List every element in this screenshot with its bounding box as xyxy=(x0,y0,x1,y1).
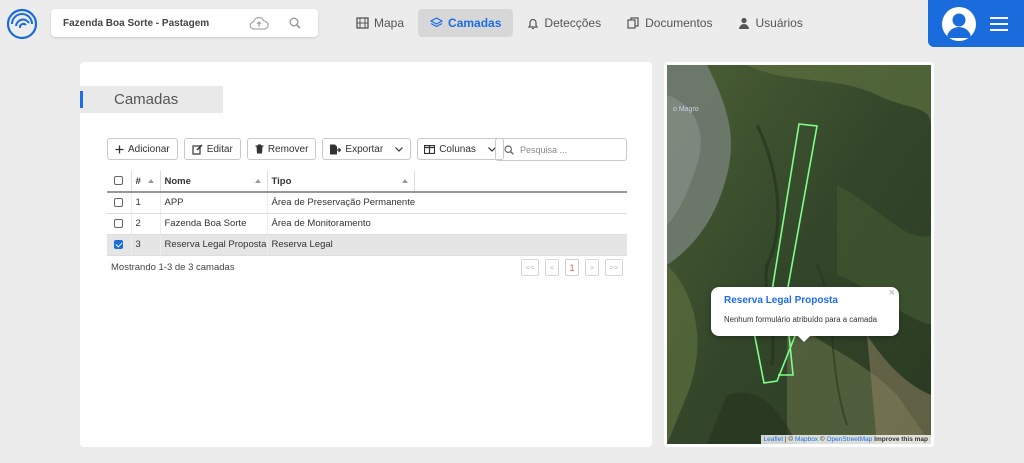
bell-icon xyxy=(528,18,539,29)
nav-mapa[interactable]: Mapa xyxy=(344,9,416,37)
map-icon xyxy=(356,17,369,29)
osm-link[interactable]: OpenStreetMap xyxy=(826,436,872,443)
improve-map-link[interactable]: Improve this map xyxy=(874,436,928,443)
search-input[interactable] xyxy=(495,138,627,161)
hamburger-menu-icon[interactable] xyxy=(990,16,1008,31)
satellite-map[interactable]: o Magro Reserva Legal Proposta Nenhum fo… xyxy=(667,65,931,444)
search-text-field[interactable] xyxy=(520,144,615,155)
panel-header: Camadas xyxy=(80,86,223,113)
popup-title: Reserva Legal Proposta xyxy=(724,295,838,306)
map-container: o Magro Reserva Legal Proposta Nenhum fo… xyxy=(664,62,934,447)
app-logo-icon[interactable] xyxy=(6,8,38,40)
search-icon[interactable] xyxy=(284,14,306,32)
sort-icon[interactable] xyxy=(147,179,154,183)
add-button[interactable]: Adicionar xyxy=(107,138,178,160)
export-icon xyxy=(330,144,342,154)
columns-icon xyxy=(424,144,436,154)
edit-icon xyxy=(192,143,203,155)
nav-documentos[interactable]: Documentos xyxy=(615,9,724,37)
close-icon[interactable]: × xyxy=(889,287,895,299)
table-row[interactable]: 1 APP Área de Preservação Permanente xyxy=(107,192,627,214)
export-button[interactable]: Exportar xyxy=(322,138,412,160)
current-page-button[interactable]: 1 xyxy=(565,259,579,276)
page-title: Camadas xyxy=(114,91,179,108)
layers-icon xyxy=(430,17,444,28)
mapbox-link[interactable]: Mapbox xyxy=(795,436,818,443)
sort-icon[interactable] xyxy=(401,179,408,183)
row-checkbox[interactable] xyxy=(114,198,124,208)
map-popup: Reserva Legal Proposta Nenhum formulário… xyxy=(711,287,899,342)
popup-body: Nenhum formulário atribuído para a camad… xyxy=(724,315,877,324)
map-attribution: Leaflet | © Mapbox © OpenStreetMap Impro… xyxy=(760,435,931,444)
sort-icon[interactable] xyxy=(254,179,261,183)
row-num: 3 xyxy=(131,234,161,256)
map-place-label: o Magro xyxy=(673,106,699,113)
row-name: Reserva Legal Proposta xyxy=(160,234,268,256)
documents-icon xyxy=(627,17,639,29)
trash-icon xyxy=(255,144,264,154)
toolbar: Adicionar Editar Remover Exportar Coluna… xyxy=(107,138,504,160)
row-num: 1 xyxy=(131,192,161,214)
map-terrain xyxy=(667,65,931,444)
column-header-type[interactable]: Tipo xyxy=(267,171,415,193)
search-icon xyxy=(504,144,514,155)
row-type: Área de Preservação Permanente xyxy=(267,192,627,214)
table-row[interactable]: 3 Reserva Legal Proposta Reserva Legal xyxy=(107,234,627,256)
row-checkbox[interactable] xyxy=(114,239,124,249)
nav-deteccoes[interactable]: Detecções xyxy=(515,9,613,37)
row-name: APP xyxy=(160,192,268,214)
columns-button[interactable]: Colunas xyxy=(417,138,504,160)
last-page-button[interactable]: >> xyxy=(605,259,623,276)
nav-camadas[interactable]: Camadas xyxy=(418,9,514,37)
table-row[interactable]: 2 Fazenda Boa Sorte Área de Monitorament… xyxy=(107,213,627,235)
user-icon xyxy=(739,17,750,29)
prev-page-button[interactable]: < xyxy=(545,259,559,276)
farm-selector[interactable]: Fazenda Boa Sorte - Pastagem xyxy=(51,9,318,37)
pagination-summary: Mostrando 1-3 de 3 camadas xyxy=(111,262,235,273)
row-num: 2 xyxy=(131,213,161,235)
avatar-icon[interactable] xyxy=(942,6,976,41)
pagination: << < 1 > >> xyxy=(521,259,623,276)
first-page-button[interactable]: << xyxy=(521,259,539,276)
main-nav: Mapa Camadas Detecções Documentos Usuári… xyxy=(344,9,815,37)
farm-name: Fazenda Boa Sorte - Pastagem xyxy=(63,17,210,29)
layers-panel: Camadas Adicionar Editar Remover Exporta… xyxy=(80,62,652,447)
column-header-name[interactable]: Nome xyxy=(160,171,268,193)
select-all-checkbox-cell[interactable] xyxy=(107,171,132,193)
nav-usuarios[interactable]: Usuários xyxy=(726,9,814,37)
user-menu[interactable] xyxy=(928,0,1024,47)
leaflet-link[interactable]: Leaflet xyxy=(764,436,784,443)
plus-icon xyxy=(115,145,124,153)
row-type: Reserva Legal xyxy=(267,234,627,256)
remove-button[interactable]: Remover xyxy=(246,138,317,160)
row-type: Área de Monitoramento xyxy=(267,213,627,235)
layers-table: # Nome Tipo 1 APP Área de Preservação Pe… xyxy=(107,171,627,256)
row-name: Fazenda Boa Sorte xyxy=(160,213,268,235)
chevron-down-icon xyxy=(395,146,404,152)
next-page-button[interactable]: > xyxy=(585,259,599,276)
select-all-checkbox[interactable] xyxy=(114,176,124,186)
table-header-row: # Nome Tipo xyxy=(107,171,627,193)
cloud-upload-icon[interactable] xyxy=(248,14,270,32)
edit-button[interactable]: Editar xyxy=(183,138,241,160)
column-header-num[interactable]: # xyxy=(131,171,161,193)
row-checkbox[interactable] xyxy=(114,218,124,228)
